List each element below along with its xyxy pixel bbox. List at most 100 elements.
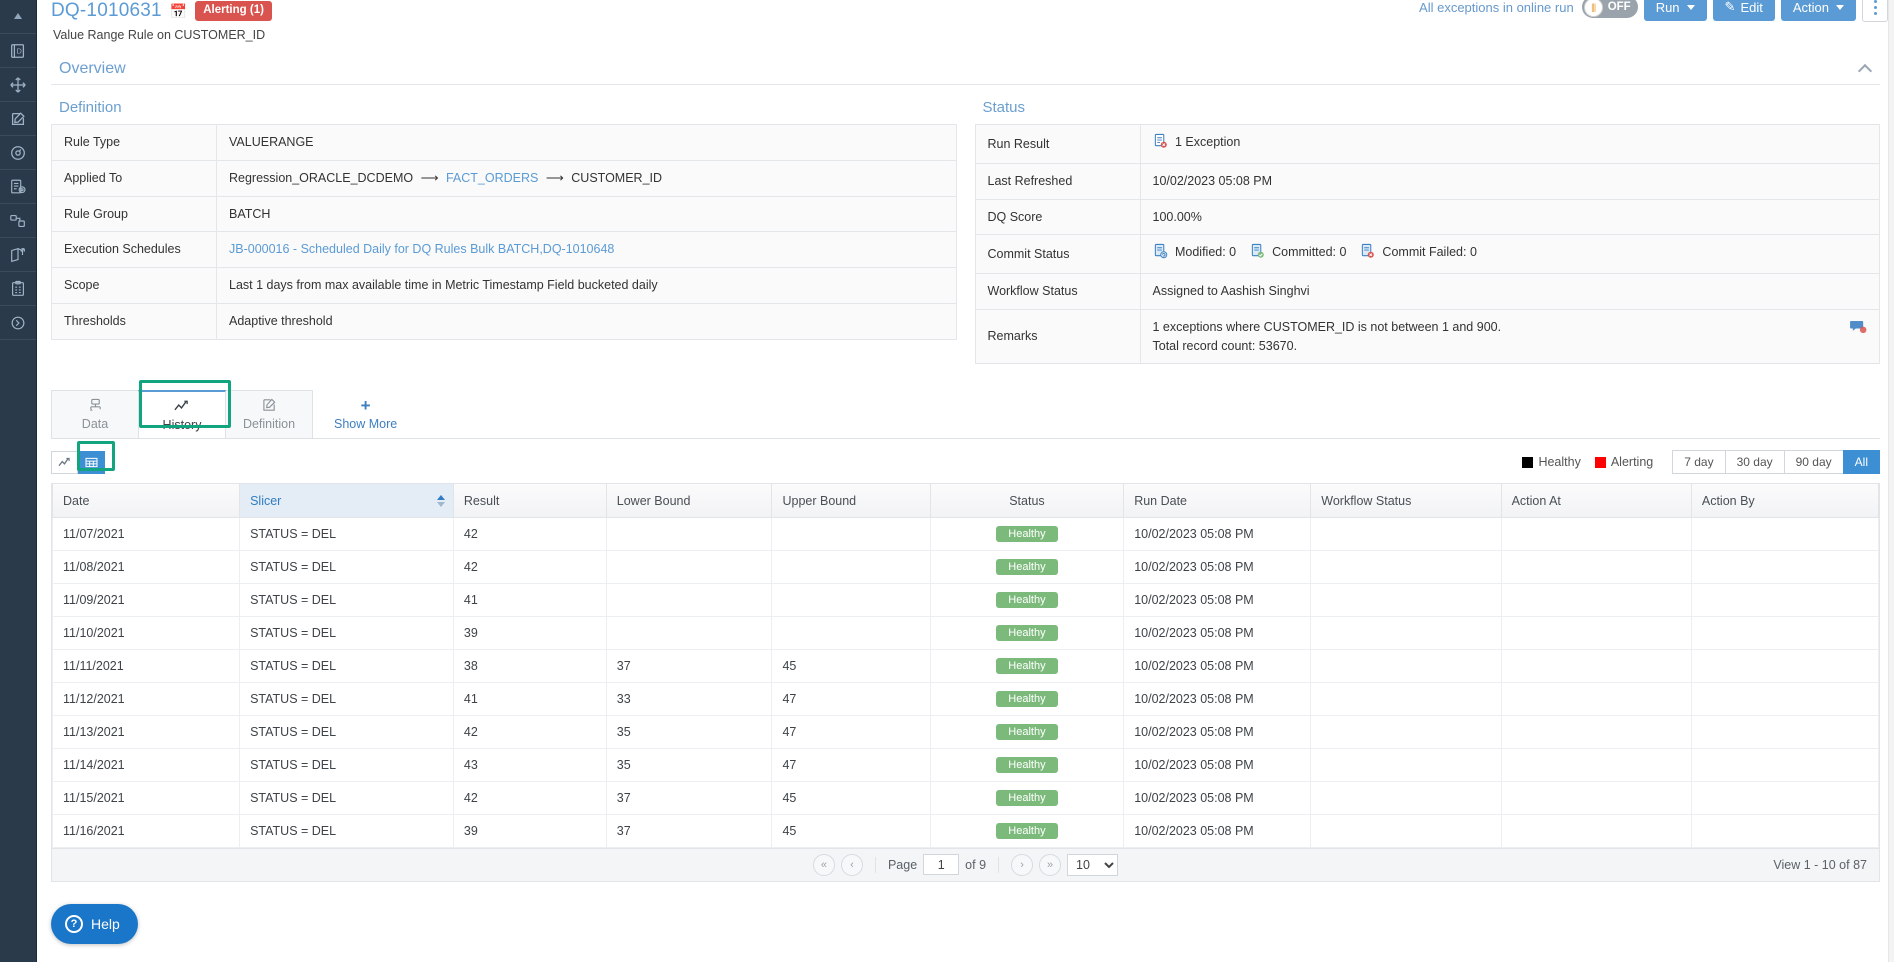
table-row[interactable]: 11/10/2021 STATUS = DEL 39 Healthy 10/02/202…: [51, 615, 1880, 650]
comment-icon[interactable]: [1850, 320, 1867, 343]
cell-lower-bound: 35: [605, 714, 773, 749]
sidebar-item-document-gear[interactable]: [0, 170, 36, 204]
page-size-select[interactable]: 102550100: [1067, 853, 1119, 876]
status-badge: Healthy: [996, 624, 1058, 641]
first-page-button[interactable]: «: [812, 853, 835, 876]
applied-to-table-link[interactable]: FACT_ORDERS: [446, 171, 538, 185]
run-button[interactable]: Run: [1643, 0, 1707, 21]
cell-slicer: STATUS = DEL: [239, 615, 454, 650]
last-page-button[interactable]: »: [1039, 853, 1062, 876]
cell-action-by: [1690, 747, 1880, 782]
column-header-slicer[interactable]: Slicer: [239, 484, 454, 518]
column-header-action-by[interactable]: Action By: [1690, 484, 1880, 518]
page-title[interactable]: DQ-1010631: [51, 0, 162, 22]
execution-schedule-link[interactable]: JB-000016 - Scheduled Daily for DQ Rules…: [229, 242, 614, 256]
prev-page-button[interactable]: ‹: [840, 853, 863, 876]
table-row[interactable]: 11/15/2021 STATUS = DEL 42 37 45 Healthy 10/02…: [51, 780, 1880, 815]
sidebar-item-compass[interactable]: [0, 136, 36, 170]
table-row[interactable]: 11/08/2021 STATUS = DEL 42 Healthy 10/02/202…: [51, 549, 1880, 584]
column-header-workflow-status[interactable]: Workflow Status: [1310, 484, 1502, 518]
tab-history[interactable]: History: [138, 390, 226, 439]
tab-show-more[interactable]: + Show More: [312, 390, 419, 438]
status-badge: Healthy: [996, 525, 1058, 542]
page-number-input[interactable]: [923, 854, 960, 876]
filter-all[interactable]: All: [1842, 450, 1880, 475]
history-table-body: 11/07/2021 STATUS = DEL 42 Healthy 10/02/202…: [51, 516, 1880, 848]
more-options-button[interactable]: [1862, 0, 1888, 22]
pagination-controls: « ‹ Page of 9 › » 102550100: [812, 853, 1119, 876]
column-header-date[interactable]: Date: [51, 484, 241, 518]
table-row: Scope Last 1 days from max available tim…: [51, 267, 957, 304]
tab-definition[interactable]: Definition: [225, 390, 313, 439]
legend-item-alerting: Alerting: [1594, 455, 1653, 469]
sort-icon[interactable]: [436, 494, 445, 507]
definition-key-applied-to: Applied To: [51, 159, 217, 197]
calendar-icon[interactable]: 📅: [170, 4, 187, 18]
cell-slicer: STATUS = DEL: [239, 813, 454, 848]
tab-data[interactable]: Data: [51, 390, 139, 439]
cell-slicer: STATUS = DEL: [239, 648, 454, 683]
cell-action-by: [1690, 549, 1880, 584]
definition-value-applied-to: Regression_ORACLE_DCDEMO ⟶ FACT_ORDERS ⟶…: [216, 159, 957, 197]
next-page-button[interactable]: ›: [1011, 853, 1034, 876]
book-icon: D: [9, 42, 27, 60]
definition-key-rule-group: Rule Group: [51, 195, 217, 233]
sidebar-icon-caret[interactable]: [0, 0, 36, 34]
column-header-action-at[interactable]: Action At: [1500, 484, 1692, 518]
sidebar-item-book-export[interactable]: [0, 238, 36, 272]
sidebar-item-book[interactable]: D: [0, 34, 36, 68]
sidebar-item-move[interactable]: [0, 68, 36, 102]
table-row: Thresholds Adaptive threshold: [51, 302, 957, 340]
chart-view-button[interactable]: [51, 450, 78, 474]
filter-30-day[interactable]: 30 day: [1724, 450, 1785, 475]
table-view-button[interactable]: [78, 450, 105, 474]
cell-lower-bound: [605, 582, 773, 617]
chevron-up-icon[interactable]: [1857, 63, 1873, 79]
column-header-upper-bound[interactable]: Upper Bound: [771, 484, 931, 518]
sidebar-item-edit[interactable]: [0, 102, 36, 136]
column-header-status[interactable]: Status: [929, 484, 1125, 518]
sidebar-item-expand[interactable]: [0, 306, 36, 340]
run-result-value[interactable]: 1 Exception: [1175, 135, 1240, 149]
column-header-lower-bound[interactable]: Lower Bound: [605, 484, 773, 518]
run-button-label: Run: [1655, 0, 1680, 15]
table-row[interactable]: 11/13/2021 STATUS = DEL 42 35 47 Healthy 10/02…: [51, 714, 1880, 749]
help-button[interactable]: ? Help: [51, 904, 138, 944]
commit-committed-icon: [1250, 243, 1265, 265]
table-row[interactable]: 11/07/2021 STATUS = DEL 42 Healthy 10/02/202…: [51, 516, 1880, 551]
overview-section-header[interactable]: Overview: [51, 54, 1880, 85]
cell-action-by: [1690, 813, 1880, 848]
status-value-dq-score: 100.00%: [1139, 198, 1880, 236]
table-row[interactable]: 11/09/2021 STATUS = DEL 41 Healthy 10/02/202…: [51, 582, 1880, 617]
table-row[interactable]: 11/11/2021 STATUS = DEL 38 37 45 Healthy 10/02…: [51, 648, 1880, 683]
action-button[interactable]: Action: [1780, 0, 1856, 21]
page-label: Page: [887, 857, 918, 872]
status-key-last-refreshed: Last Refreshed: [974, 162, 1141, 200]
column-header-result[interactable]: Result: [452, 484, 607, 518]
online-run-toggle[interactable]: ||| OFF: [1581, 0, 1638, 18]
cell-status: Healthy: [929, 582, 1125, 617]
tab-list: Data History Definition + Show More: [51, 390, 1880, 440]
sidebar-item-data-flow[interactable]: [0, 204, 36, 238]
online-run-label: All exceptions in online run: [1419, 0, 1574, 15]
table-row[interactable]: 11/14/2021 STATUS = DEL 43 35 47 Healthy 10/02…: [51, 747, 1880, 782]
table-row[interactable]: 11/16/2021 STATUS = DEL 39 37 45 Healthy 10/02…: [51, 813, 1880, 848]
cell-run-date: 10/02/2023 05:08 PM: [1123, 681, 1312, 716]
toggle-state-label: OFF: [1607, 1, 1631, 13]
cell-status: Healthy: [929, 648, 1125, 683]
filter-7-day[interactable]: 7 day: [1672, 450, 1726, 475]
edit-button[interactable]: ✎ Edit: [1712, 0, 1775, 21]
commit-committed-label: Committed: 0: [1272, 245, 1347, 260]
cell-action-by: [1690, 516, 1880, 551]
table-row: Run Result 1 Exception: [974, 124, 1880, 164]
status-key-remarks: Remarks: [974, 308, 1141, 365]
definition-panel-title: Definition: [59, 99, 122, 116]
scrollbar-track[interactable]: [1888, 0, 1894, 962]
cell-run-date: 10/02/2023 05:08 PM: [1123, 549, 1312, 584]
cell-upper-bound: 45: [771, 648, 931, 683]
filter-90-day[interactable]: 90 day: [1783, 450, 1844, 475]
table-row[interactable]: 11/12/2021 STATUS = DEL 41 33 47 Healthy 10/02…: [51, 681, 1880, 716]
cell-slicer: STATUS = DEL: [239, 714, 454, 749]
sidebar-item-clipboard-list[interactable]: [0, 272, 36, 306]
column-header-run-date[interactable]: Run Date: [1123, 484, 1312, 518]
